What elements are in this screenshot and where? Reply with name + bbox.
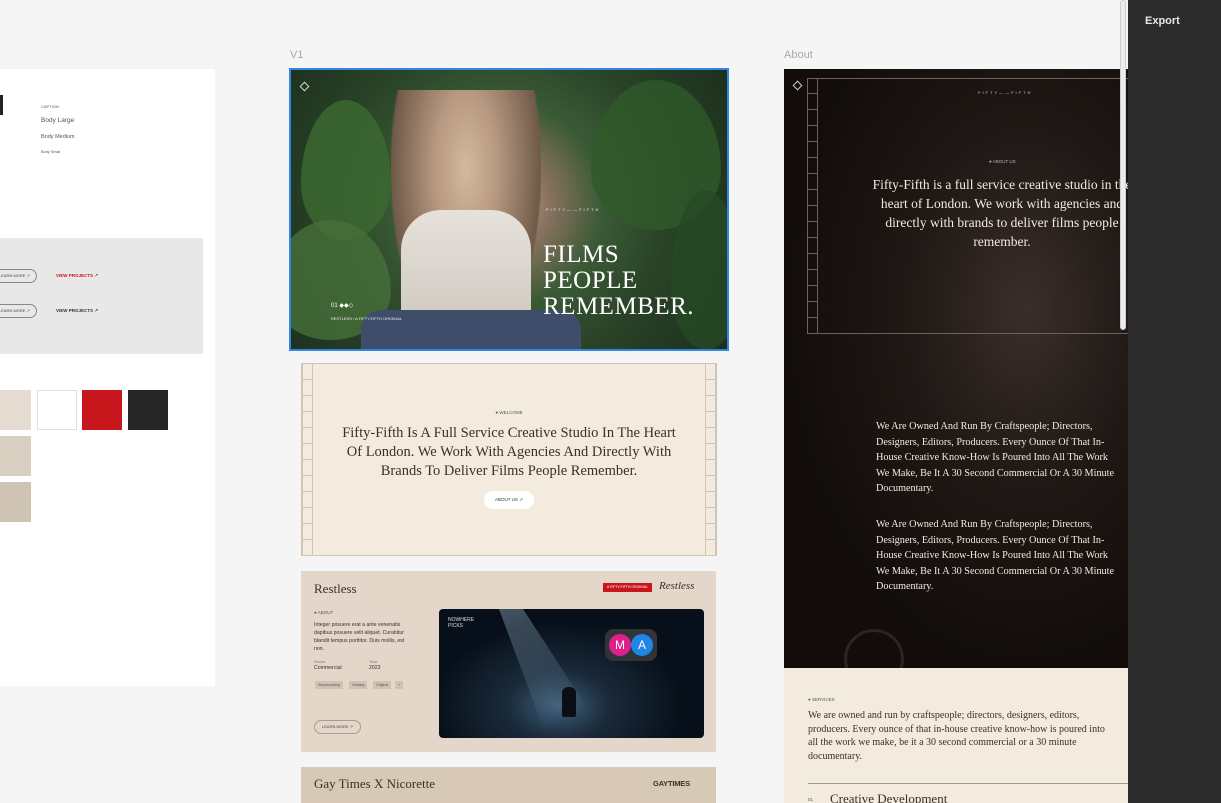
sector-value: Commercial	[314, 665, 342, 671]
view-projects-link-dark[interactable]: VIEW PROJECTS ↗	[56, 308, 98, 314]
divider	[808, 783, 1128, 784]
canvas-scrollbar[interactable]	[1120, 0, 1126, 330]
color-swatch-black	[128, 390, 168, 430]
welcome-text: Fifty-Fifth Is A Full Service Creative S…	[342, 425, 676, 479]
services-description: We are owned and run by craftspeople; di…	[808, 710, 1105, 762]
about-us-button[interactable]: ABOUT US ↗	[484, 491, 534, 509]
film-strip-right	[705, 364, 716, 555]
year-label: Year	[369, 659, 378, 664]
body-small-sample: Body Small	[41, 150, 61, 154]
about-paragraph: We Are Owned And Run By Craftspeople; Di…	[876, 519, 1114, 592]
styleguide-frame[interactable]: CAPTION Body Large Body Medium Body Smal…	[0, 69, 215, 686]
view-projects-link-red[interactable]: VIEW PROJECTS ↗	[56, 273, 98, 279]
about-brand-logo: FIFTY——FIFTH	[978, 90, 1033, 95]
foliage	[301, 100, 391, 240]
gaytimes-logo: GAYTIMES	[653, 779, 690, 788]
welcome-eyebrow: ● WELCOME	[495, 410, 523, 415]
diamond-icon	[792, 80, 803, 91]
body-medium-sample: Body Medium	[41, 134, 75, 140]
learn-more-button-sample-dark[interactable]: LEARN MORE ↗	[0, 304, 37, 318]
hero-title: FILMS PEOPLE REMEMBER.	[543, 241, 695, 320]
sector-label: Sector	[314, 659, 326, 664]
project-description: Integer posuere erat a ante venenatis da…	[314, 622, 405, 652]
service-number: 01	[808, 797, 814, 802]
tag: Grading	[349, 681, 368, 689]
avatar[interactable]: A	[631, 634, 653, 656]
services-section[interactable]: ● SERVICES We are owned and run by craft…	[784, 668, 1128, 803]
year-value: 2023	[369, 665, 381, 671]
hero-brand-logo: FIFTY——FIFTH	[546, 207, 601, 212]
hero-subtitle: RESTLESS / A FIFTY-FIFTH ORIGINAL	[331, 316, 403, 321]
frame-label-about[interactable]: About	[784, 49, 813, 61]
project-title: Gay Times X Nicorette	[314, 776, 435, 791]
learn-more-button[interactable]: LEARN MORE ↗	[314, 720, 361, 734]
tag: +	[395, 681, 404, 689]
project-card-gaytimes[interactable]: Gay Times X Nicorette GAYTIMES	[301, 767, 716, 803]
tag: Storyboarding	[315, 681, 343, 689]
original-badge: A FIFTY-FIFTH ORIGINAL	[603, 583, 652, 592]
diamond-icon	[299, 81, 310, 92]
body-large-sample: Body Large	[41, 117, 75, 124]
video-label: NOWHERE PICKS	[448, 617, 475, 629]
frame-label-v1[interactable]: V1	[290, 49, 303, 61]
tag: Original	[373, 681, 392, 689]
learn-more-button-sample[interactable]: LEARN MORE ↗	[0, 269, 37, 283]
color-swatch-red	[82, 390, 122, 430]
caption-sample: CAPTION	[41, 104, 59, 109]
avatar[interactable]: M	[609, 634, 631, 656]
hero-pagination[interactable]: 01 ◆◆◇	[331, 302, 353, 309]
button-samples-panel: LEARN MORE ↗ VIEW PROJECTS ↗ LEARN MORE …	[0, 238, 203, 354]
about-eyebrow: ● ABOUT US	[989, 159, 1016, 164]
color-swatch-white	[37, 390, 77, 430]
properties-panel: Export	[1128, 0, 1221, 803]
restless-logo: Restless	[659, 580, 695, 592]
export-button[interactable]: Export	[1145, 15, 1180, 27]
project-video-thumbnail[interactable]: NOWHERE PICKS M A	[439, 609, 704, 738]
project-card-restless[interactable]: Restless A FIFTY-FIFTH ORIGINAL Restless…	[301, 571, 716, 752]
project-title: Restless	[314, 581, 357, 596]
hero-section-selected[interactable]: FIFTY——FIFTH FILMS PEOPLE REMEMBER. 01 ◆…	[289, 68, 729, 351]
services-eyebrow: ● SERVICES	[808, 697, 835, 702]
dancer-silhouette	[562, 687, 576, 717]
color-swatch-sand	[0, 390, 31, 430]
about-label: ● ABOUT	[314, 610, 334, 615]
about-paragraph: We Are Owned And Run By Craftspeople; Di…	[876, 421, 1114, 494]
color-swatch-beige	[0, 436, 31, 476]
film-strip-left	[807, 78, 818, 334]
heading-sample	[0, 95, 3, 115]
service-title[interactable]: Creative Development	[830, 791, 947, 803]
collaborator-avatars[interactable]: M A	[605, 629, 657, 661]
welcome-section[interactable]: ● WELCOME Fifty-Fifth Is A Full Service …	[301, 363, 717, 556]
color-swatch-taupe	[0, 482, 31, 522]
about-frame[interactable]: FIFTY——FIFTH ● ABOUT US Fifty-Fifth is a…	[784, 69, 1128, 668]
glasses-shape	[844, 629, 904, 668]
film-strip-left	[302, 364, 313, 555]
spotlight	[499, 609, 607, 738]
about-intro-text: Fifty-Fifth is a full service creative s…	[872, 177, 1128, 249]
